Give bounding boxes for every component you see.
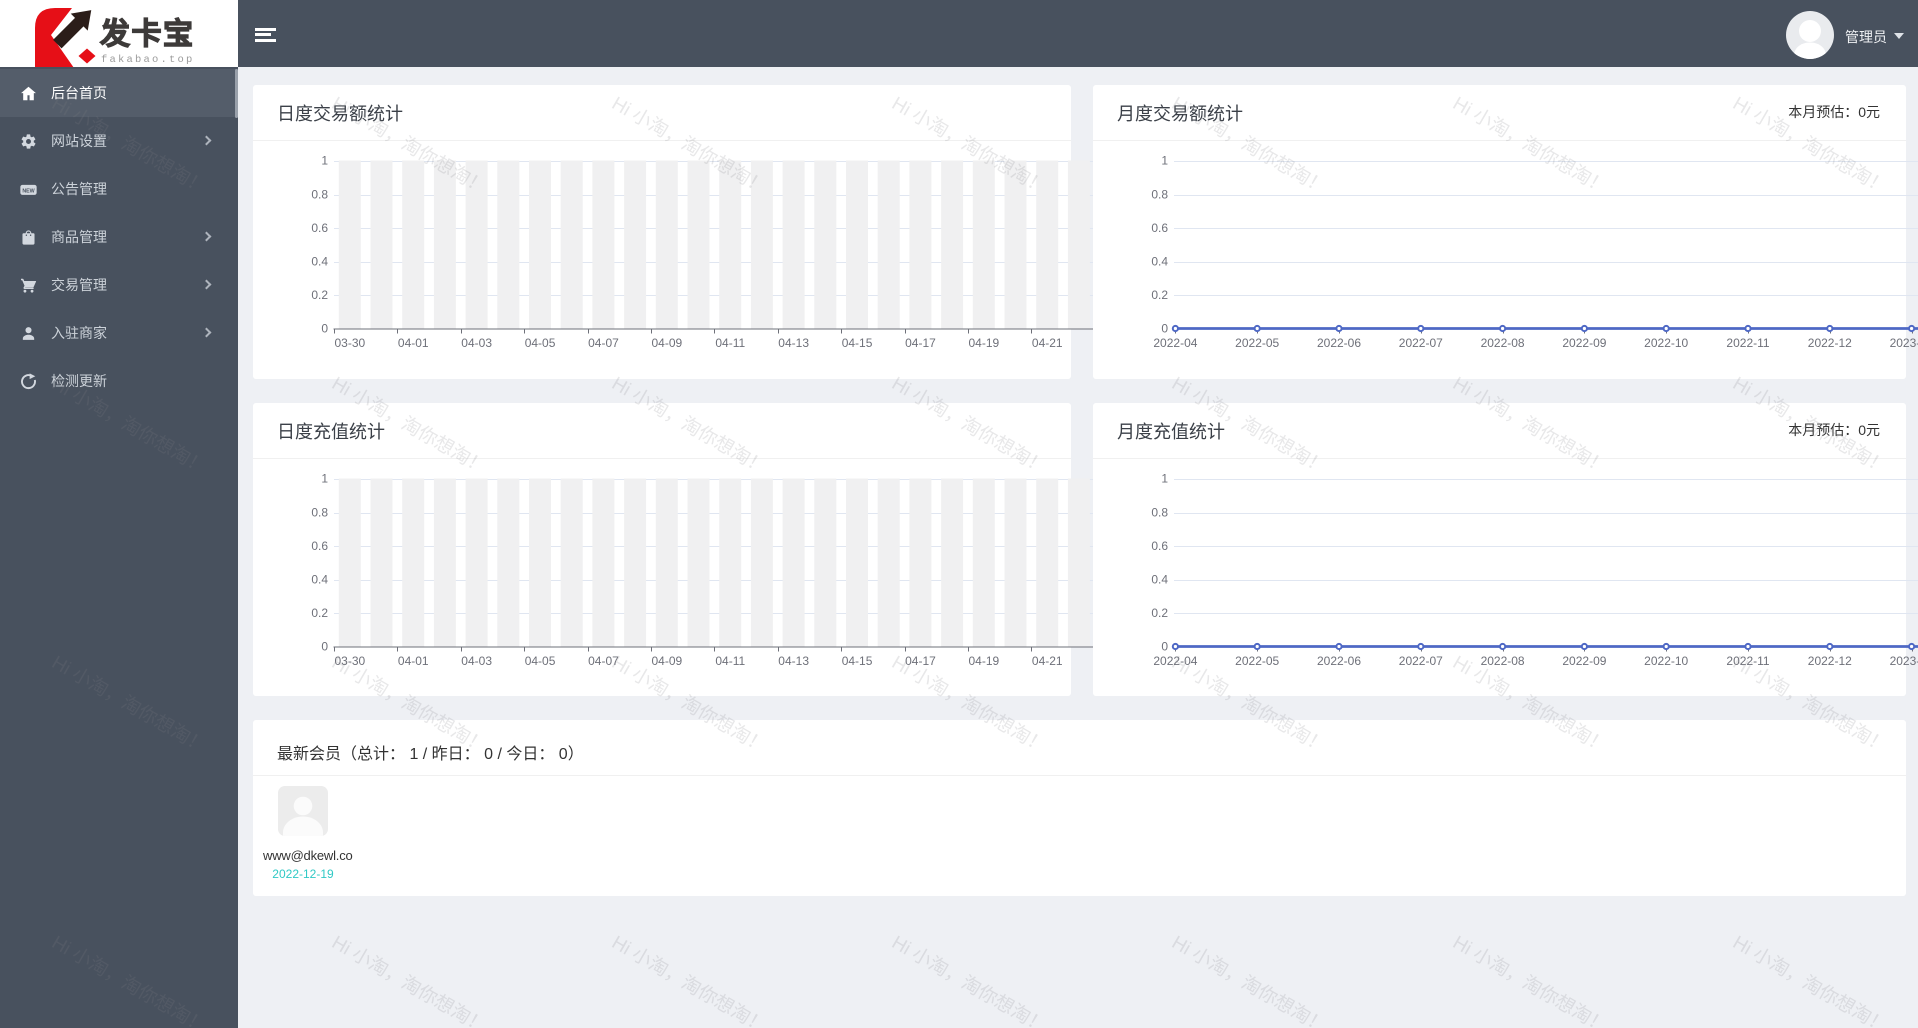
svg-text:04-09: 04-09 bbox=[651, 336, 682, 350]
svg-text:1: 1 bbox=[1161, 154, 1168, 168]
svg-text:2022-08: 2022-08 bbox=[1481, 654, 1525, 668]
svg-text:04-13: 04-13 bbox=[778, 654, 809, 668]
svg-text:04-05: 04-05 bbox=[525, 654, 556, 668]
svg-text:0: 0 bbox=[1161, 322, 1168, 336]
svg-text:04-17: 04-17 bbox=[905, 336, 936, 350]
svg-text:04-15: 04-15 bbox=[842, 336, 873, 350]
svg-text:0.8: 0.8 bbox=[311, 187, 328, 201]
svg-text:0: 0 bbox=[321, 322, 328, 336]
svg-text:0: 0 bbox=[1161, 640, 1168, 654]
svg-text:2023-01: 2023-01 bbox=[1890, 654, 1918, 668]
svg-text:0.4: 0.4 bbox=[1151, 573, 1168, 587]
svg-text:0.2: 0.2 bbox=[1151, 288, 1168, 302]
svg-text:04-03: 04-03 bbox=[461, 654, 492, 668]
svg-text:04-01: 04-01 bbox=[398, 336, 429, 350]
svg-text:03-30: 03-30 bbox=[334, 336, 365, 350]
svg-text:0.2: 0.2 bbox=[1151, 606, 1168, 620]
svg-text:2022-11: 2022-11 bbox=[1726, 336, 1769, 350]
svg-text:04-03: 04-03 bbox=[461, 336, 492, 350]
svg-text:04-07: 04-07 bbox=[588, 336, 619, 350]
svg-text:2022-07: 2022-07 bbox=[1399, 654, 1443, 668]
svg-text:0.4: 0.4 bbox=[311, 573, 328, 587]
svg-text:0.6: 0.6 bbox=[311, 221, 328, 235]
svg-text:1: 1 bbox=[321, 472, 328, 486]
svg-text:NEW: NEW bbox=[22, 188, 34, 194]
svg-text:2022-04: 2022-04 bbox=[1153, 336, 1197, 350]
svg-text:2022-05: 2022-05 bbox=[1235, 654, 1279, 668]
svg-text:0.2: 0.2 bbox=[311, 288, 328, 302]
svg-text:2022-11: 2022-11 bbox=[1726, 654, 1769, 668]
svg-text:0.2: 0.2 bbox=[311, 606, 328, 620]
svg-text:04-09: 04-09 bbox=[651, 654, 682, 668]
svg-text:2022-06: 2022-06 bbox=[1317, 654, 1361, 668]
svg-text:04-05: 04-05 bbox=[525, 336, 556, 350]
svg-text:04-11: 04-11 bbox=[715, 654, 745, 668]
svg-text:2022-07: 2022-07 bbox=[1399, 336, 1443, 350]
svg-text:2023-01: 2023-01 bbox=[1890, 336, 1918, 350]
svg-text:0.6: 0.6 bbox=[311, 539, 328, 553]
svg-text:03-30: 03-30 bbox=[334, 654, 365, 668]
svg-text:04-07: 04-07 bbox=[588, 654, 619, 668]
svg-text:2022-08: 2022-08 bbox=[1481, 336, 1525, 350]
svg-text:2022-05: 2022-05 bbox=[1235, 336, 1279, 350]
svg-text:0: 0 bbox=[321, 640, 328, 654]
svg-text:04-21: 04-21 bbox=[1032, 336, 1063, 350]
svg-text:2022-12: 2022-12 bbox=[1808, 336, 1852, 350]
svg-text:0.8: 0.8 bbox=[1151, 505, 1168, 519]
svg-text:2022-09: 2022-09 bbox=[1562, 336, 1606, 350]
svg-text:0.6: 0.6 bbox=[1151, 221, 1168, 235]
svg-text:0.4: 0.4 bbox=[1151, 255, 1168, 269]
svg-text:0.6: 0.6 bbox=[1151, 539, 1168, 553]
svg-text:1: 1 bbox=[1161, 472, 1168, 486]
svg-text:2022-10: 2022-10 bbox=[1644, 654, 1688, 668]
svg-text:04-01: 04-01 bbox=[398, 654, 429, 668]
svg-text:04-11: 04-11 bbox=[715, 336, 745, 350]
svg-text:04-17: 04-17 bbox=[905, 654, 936, 668]
svg-text:1: 1 bbox=[321, 154, 328, 168]
svg-text:04-19: 04-19 bbox=[968, 336, 999, 350]
svg-text:0.8: 0.8 bbox=[311, 505, 328, 519]
svg-text:2022-10: 2022-10 bbox=[1644, 336, 1688, 350]
svg-text:2022-09: 2022-09 bbox=[1562, 654, 1606, 668]
svg-text:04-15: 04-15 bbox=[842, 654, 873, 668]
svg-text:04-13: 04-13 bbox=[778, 336, 809, 350]
svg-text:04-19: 04-19 bbox=[968, 654, 999, 668]
svg-text:04-21: 04-21 bbox=[1032, 654, 1063, 668]
svg-text:2022-12: 2022-12 bbox=[1808, 654, 1852, 668]
svg-text:2022-06: 2022-06 bbox=[1317, 336, 1361, 350]
svg-text:0.4: 0.4 bbox=[311, 255, 328, 269]
svg-text:0.8: 0.8 bbox=[1151, 187, 1168, 201]
svg-text:2022-04: 2022-04 bbox=[1153, 654, 1197, 668]
